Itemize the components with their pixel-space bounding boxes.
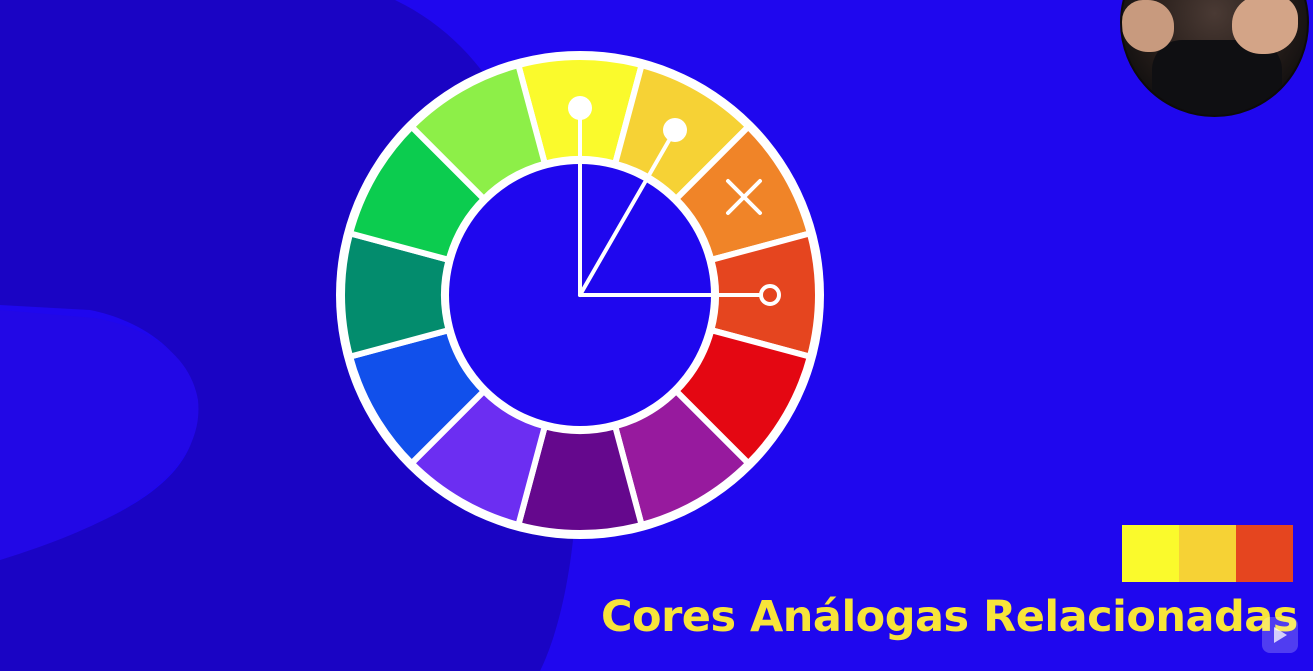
presenter-hand-left — [1122, 0, 1174, 52]
presenter-hand-right — [1232, 0, 1298, 54]
marker-dot-yellow-orange — [663, 118, 687, 142]
marker-ring-red-orange — [759, 284, 781, 306]
play-icon — [1262, 617, 1298, 653]
caption-title: Cores Análogas Relacionadas — [601, 592, 1298, 642]
color-wheel — [336, 51, 824, 539]
palette-swatch-yellow — [1122, 525, 1179, 582]
analog-palette — [1122, 525, 1293, 582]
marker-dot-yellow — [568, 96, 592, 120]
palette-swatch-yellow-orange — [1179, 525, 1236, 582]
palette-swatch-red-orange — [1236, 525, 1293, 582]
